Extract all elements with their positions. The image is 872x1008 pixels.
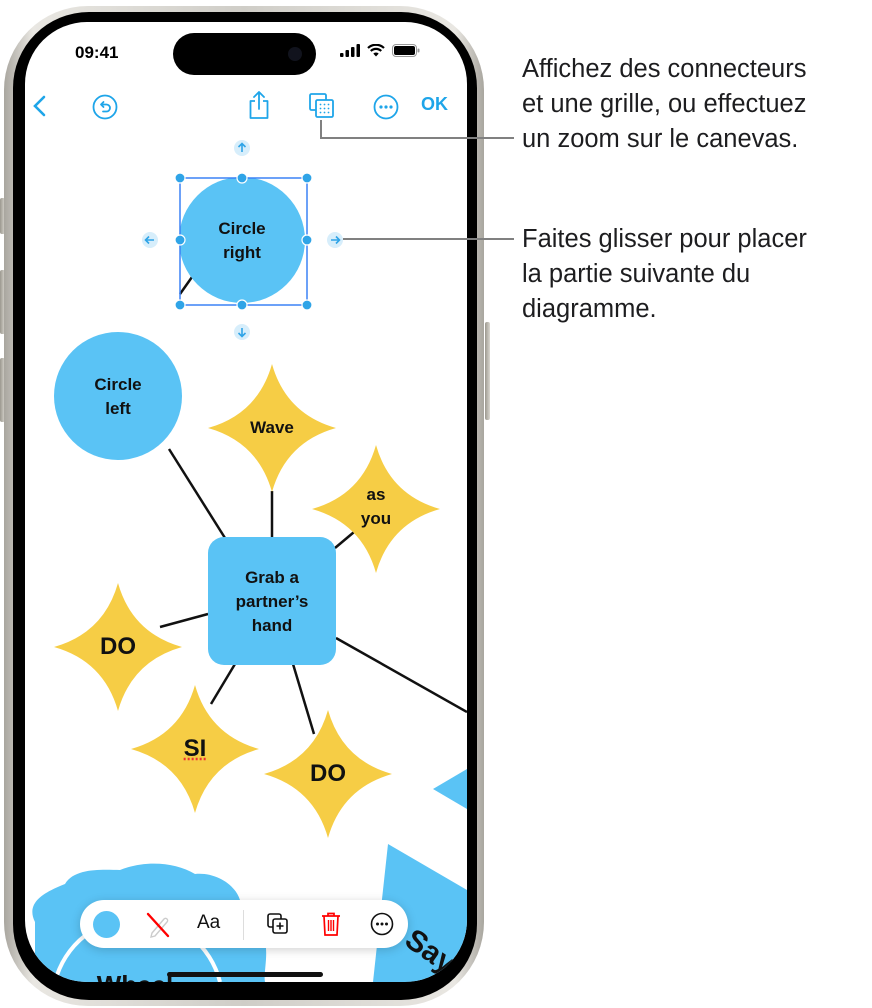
resize-handle — [301, 299, 313, 311]
share-button[interactable] — [246, 89, 272, 121]
delete-button[interactable] — [320, 911, 342, 937]
add-shape-up-arrow-icon — [234, 140, 250, 156]
node-label-wave[interactable]: Wave — [250, 416, 294, 440]
ellipsis-circle-icon — [373, 94, 399, 120]
back-button[interactable] — [28, 92, 50, 120]
connector-line — [335, 636, 467, 714]
callout-top: Affichez des connecteurs et une grille, … — [522, 55, 807, 153]
resize-handle — [301, 234, 313, 246]
callout-middle: Faites glisser pour placer la partie sui… — [522, 225, 807, 323]
shape-context-toolbar: Aa — [80, 900, 408, 948]
resize-handle — [301, 172, 313, 184]
toolbar-divider — [243, 910, 244, 940]
status-time: 09:41 — [75, 43, 119, 62]
diagram-canvas[interactable] — [25, 22, 467, 982]
front-camera — [288, 47, 302, 61]
node-label-si[interactable]: SI — [184, 737, 207, 761]
share-icon — [249, 91, 269, 119]
add-shape-left-arrow-icon — [142, 232, 158, 248]
undo-button[interactable] — [91, 93, 119, 121]
callout-leader-middle — [343, 238, 514, 240]
connector-line — [209, 663, 237, 705]
callout-leader-top-vertical — [320, 120, 322, 138]
callout-leader-top-horizontal — [320, 137, 514, 139]
stroke-button[interactable] — [144, 911, 172, 939]
node-label-grab[interactable]: Grab a partner’s hand — [236, 566, 309, 638]
undo-circle-icon — [92, 94, 118, 120]
connectors-grid-icon — [309, 93, 334, 118]
battery-icon — [392, 44, 420, 57]
screen: Circle right Circle left Wave as you Grab a… — [25, 22, 467, 982]
more-button-top[interactable] — [372, 93, 400, 121]
node-label-do-bottom[interactable]: DO — [310, 762, 346, 786]
add-shape-right-arrow-icon — [327, 232, 343, 248]
dynamic-island — [173, 33, 316, 75]
resize-handle — [236, 172, 248, 184]
view-options-button[interactable] — [308, 92, 336, 120]
resize-handle — [174, 234, 186, 246]
node-label-circle-left[interactable]: Circle left — [94, 373, 141, 421]
connector-line — [159, 612, 209, 629]
partial-shape-right — [433, 769, 467, 809]
home-indicator[interactable] — [167, 972, 323, 977]
node-label-wheel[interactable]: Wheel — [97, 972, 174, 982]
resize-handle — [236, 299, 248, 311]
status-icons — [340, 44, 420, 57]
fill-color-button[interactable] — [93, 911, 120, 938]
connector-line — [291, 663, 316, 735]
add-shape-down-arrow-icon — [234, 324, 250, 340]
resize-handle — [174, 172, 186, 184]
text-style-button[interactable]: Aa — [197, 912, 220, 934]
node-label-as-you[interactable]: as you — [361, 483, 391, 531]
ok-button[interactable]: OK — [421, 94, 448, 115]
duplicate-button[interactable] — [266, 912, 290, 936]
chevron-left-icon — [33, 95, 46, 117]
resize-handle — [174, 299, 186, 311]
cellular-signal-icon — [340, 44, 360, 57]
node-label-do-left[interactable]: DO — [100, 635, 136, 659]
more-button-bottom[interactable] — [370, 912, 394, 936]
node-label-circle-right[interactable]: Circle right — [218, 217, 265, 265]
wifi-icon — [367, 44, 385, 57]
connector-line — [167, 448, 227, 539]
side-button — [485, 322, 490, 420]
